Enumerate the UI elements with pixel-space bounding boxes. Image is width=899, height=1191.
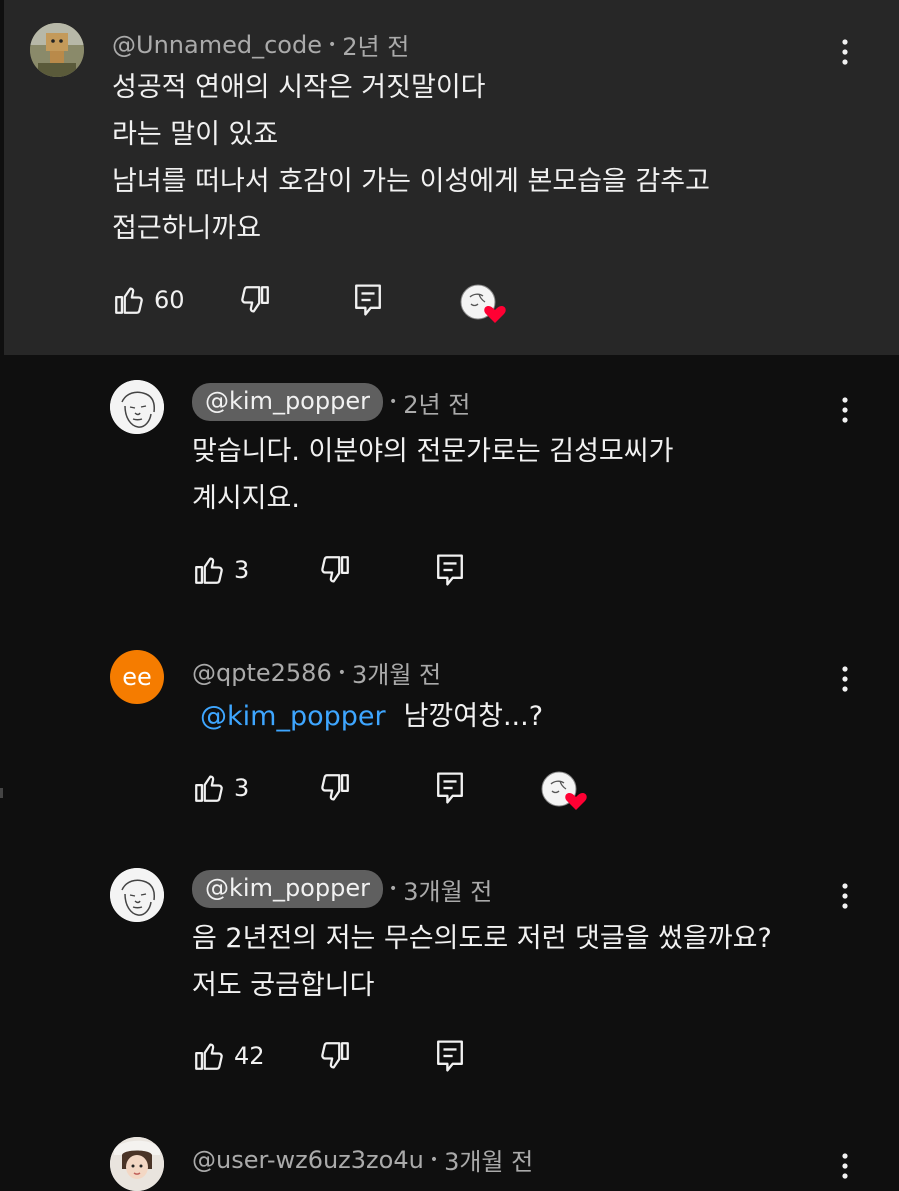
- like-count: 3: [234, 556, 250, 584]
- thumbs-up-icon: [195, 557, 223, 584]
- comment-time[interactable]: 3개월 전: [444, 1142, 533, 1177]
- reply-button[interactable]: [434, 553, 466, 587]
- avatar-letters: ee: [122, 663, 152, 691]
- reply-icon: [437, 1040, 463, 1072]
- separator: •: [388, 394, 398, 410]
- creator-heart-badge: [459, 282, 509, 326]
- comment-time[interactable]: 2년 전: [342, 27, 409, 62]
- dislike-button[interactable]: [318, 771, 352, 805]
- comment-actions: 3: [192, 553, 492, 593]
- creator-hearted-icon: [460, 284, 506, 323]
- avatar-qpte2586[interactable]: ee: [110, 650, 164, 704]
- avatar-unnamed-code[interactable]: [30, 23, 84, 77]
- thumbs-down-icon: [321, 556, 349, 583]
- dislike-button[interactable]: [318, 1039, 352, 1073]
- like-count: 60: [154, 286, 185, 314]
- thumbs-up-icon: [115, 287, 143, 314]
- mention-link[interactable]: @kim_popper: [200, 701, 386, 732]
- comment-author[interactable]: @user-wz6uz3zo4u: [192, 1146, 424, 1174]
- comment-author[interactable]: @qpte2586: [192, 659, 332, 687]
- comment-time[interactable]: 3개월 전: [352, 655, 441, 690]
- comment-text: 음 2년전의 저는 무슨의도로 저런 댓글을 썼을까요? 저도 궁금합니다: [192, 923, 772, 1001]
- comment-meta: @kim_popper • 3개월 전: [192, 870, 492, 908]
- comment-author[interactable]: @Unnamed_code: [112, 31, 322, 59]
- more-options-icon[interactable]: [833, 1151, 857, 1181]
- comment-meta: @user-wz6uz3zo4u • 3개월 전: [192, 1142, 533, 1177]
- creator-heart-badge: [540, 769, 590, 813]
- more-options-icon[interactable]: [833, 395, 857, 425]
- comment-author-creator[interactable]: @kim_popper: [192, 870, 383, 908]
- comment-text: @kim_popper 남깡여창...?: [200, 693, 543, 740]
- cardboard-robot-figure-avatar-icon: [30, 23, 84, 77]
- comment-meta: @Unnamed_code • 2년 전: [112, 27, 409, 62]
- user-photo-avatar-icon: [110, 1137, 164, 1191]
- like-count: 3: [234, 774, 250, 802]
- more-options-icon[interactable]: [833, 881, 857, 911]
- reply-button[interactable]: [352, 283, 384, 317]
- like-button[interactable]: 60: [112, 283, 185, 317]
- dislike-button[interactable]: [238, 283, 272, 317]
- comment-text: 성공적 연애의 시작은 거짓말이다 라는 말이 있죠 남녀를 떠나서 호감이 가…: [112, 72, 710, 244]
- thumbs-down-icon: [321, 774, 349, 801]
- reply-icon: [437, 772, 463, 804]
- sketched-face-avatar-icon: [110, 868, 164, 922]
- separator: •: [429, 1151, 439, 1168]
- comment-actions: 60: [112, 283, 512, 323]
- more-options-icon[interactable]: [833, 664, 857, 694]
- comment-actions: 3: [192, 771, 492, 811]
- dislike-button[interactable]: [318, 553, 352, 587]
- like-button[interactable]: 3: [192, 553, 249, 587]
- sketched-face-avatar-icon: [110, 380, 164, 434]
- comment-meta: @kim_popper • 2년 전: [192, 383, 470, 421]
- comment-time[interactable]: 3개월 전: [403, 872, 492, 907]
- thumbs-up-icon: [195, 775, 223, 802]
- thumbs-down-icon: [321, 1042, 349, 1069]
- comment-text: 맞습니다. 이분야의 전문가로는 김성모씨가 계시지요.: [192, 436, 674, 514]
- comment-meta: @qpte2586 • 3개월 전: [192, 655, 441, 690]
- creator-hearted-icon: [541, 771, 587, 810]
- avatar-user-wz6uz3zo4u[interactable]: [110, 1137, 164, 1191]
- avatar-kim-popper[interactable]: [110, 380, 164, 434]
- more-options-icon[interactable]: [833, 37, 857, 67]
- reply-button[interactable]: [434, 1039, 466, 1073]
- separator: •: [388, 881, 398, 897]
- comment-time[interactable]: 2년 전: [403, 385, 470, 420]
- like-button[interactable]: 3: [192, 771, 249, 805]
- separator: •: [337, 664, 346, 681]
- separator: •: [327, 36, 337, 53]
- reply-button[interactable]: [434, 771, 466, 805]
- thumbs-up-icon: [195, 1043, 223, 1070]
- comment-actions: 42: [192, 1039, 492, 1079]
- thumbs-down-icon: [241, 286, 269, 313]
- like-button[interactable]: 42: [192, 1039, 265, 1073]
- avatar-kim-popper[interactable]: [110, 868, 164, 922]
- like-count: 42: [234, 1042, 265, 1070]
- comment-author-creator[interactable]: @kim_popper: [192, 383, 383, 421]
- reply-icon: [437, 554, 463, 586]
- reply-icon: [355, 284, 381, 316]
- edge-marker: [0, 788, 3, 798]
- comment-body: 남깡여창...?: [403, 701, 544, 732]
